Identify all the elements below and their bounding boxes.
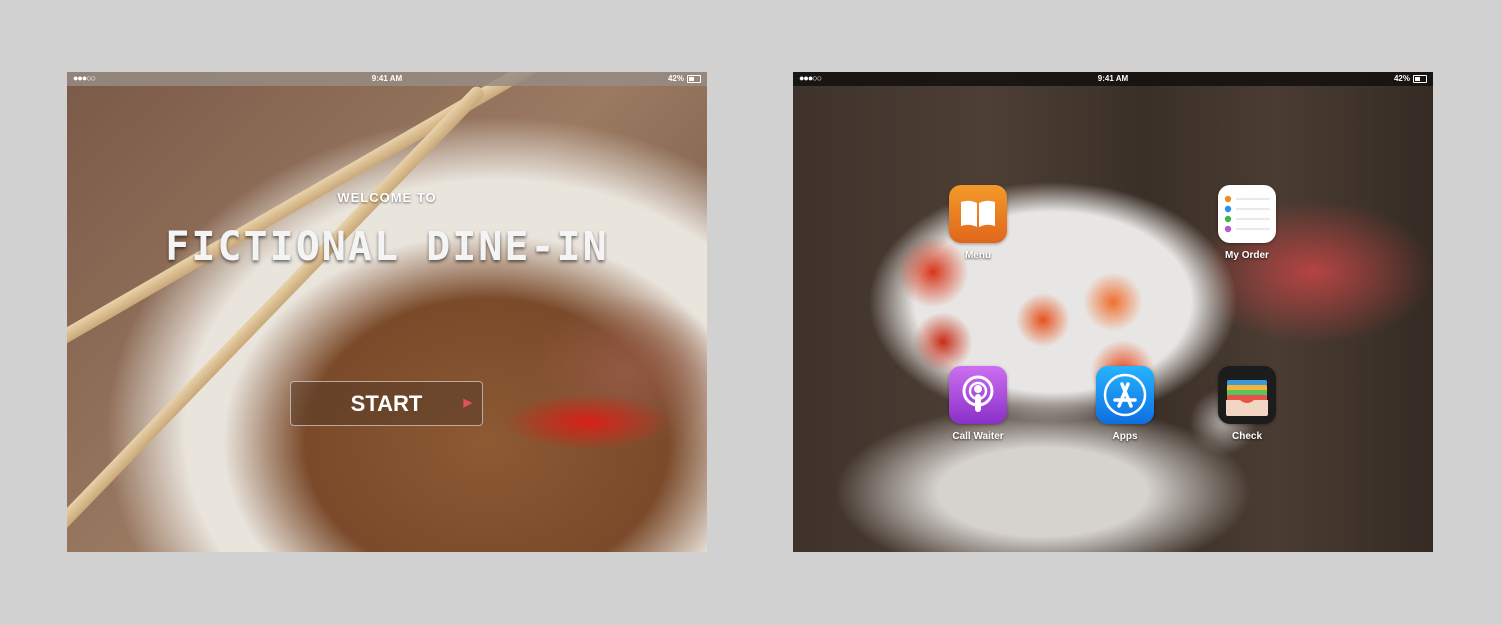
app-apps[interactable]: Apps — [1085, 366, 1165, 442]
app-label: Apps — [1112, 431, 1138, 442]
status-time: 9:41 AM — [1097, 74, 1129, 83]
app-store-icon — [1096, 366, 1154, 424]
app-my-order[interactable]: My Order — [1207, 185, 1287, 261]
blurred-background-image — [793, 72, 1433, 552]
app-label: Check — [1231, 431, 1262, 442]
battery-icon — [1413, 74, 1427, 83]
home-screen: ●●●○○ 9:41 AM 42% Menu My Order Call Wai… — [793, 72, 1433, 552]
battery-percent: 42% — [1393, 74, 1410, 83]
podcast-icon — [949, 366, 1007, 424]
battery-indicator: 42% — [668, 74, 701, 83]
battery-percent: 42% — [667, 74, 684, 83]
play-arrow-icon: ▶ — [463, 397, 472, 409]
wallet-icon — [1218, 366, 1276, 424]
status-bar: ●●●○○ 9:41 AM 42% — [67, 72, 707, 86]
list-icon — [1218, 185, 1276, 243]
status-bar: ●●●○○ 9:41 AM 42% — [793, 72, 1433, 86]
battery-indicator: 42% — [1394, 74, 1427, 83]
app-menu[interactable]: Menu — [938, 185, 1018, 261]
battery-icon — [687, 74, 701, 83]
welcome-screen: ●●●○○ 9:41 AM 42% WELCOME TO FICTIONAL D… — [67, 72, 707, 552]
welcome-subtitle: WELCOME TO — [337, 190, 437, 205]
app-label: My Order — [1225, 250, 1269, 261]
app-label: Call Waiter — [952, 431, 1004, 442]
restaurant-title: FICTIONAL DINE-IN — [165, 224, 609, 270]
start-button-label: START — [350, 390, 423, 416]
app-label: Menu — [964, 250, 992, 261]
book-icon — [949, 185, 1007, 243]
app-call-waiter[interactable]: Call Waiter — [938, 366, 1018, 442]
status-time: 9:41 AM — [371, 74, 403, 83]
app-check[interactable]: Check — [1207, 366, 1287, 442]
start-button[interactable]: START ▶ — [290, 381, 483, 426]
